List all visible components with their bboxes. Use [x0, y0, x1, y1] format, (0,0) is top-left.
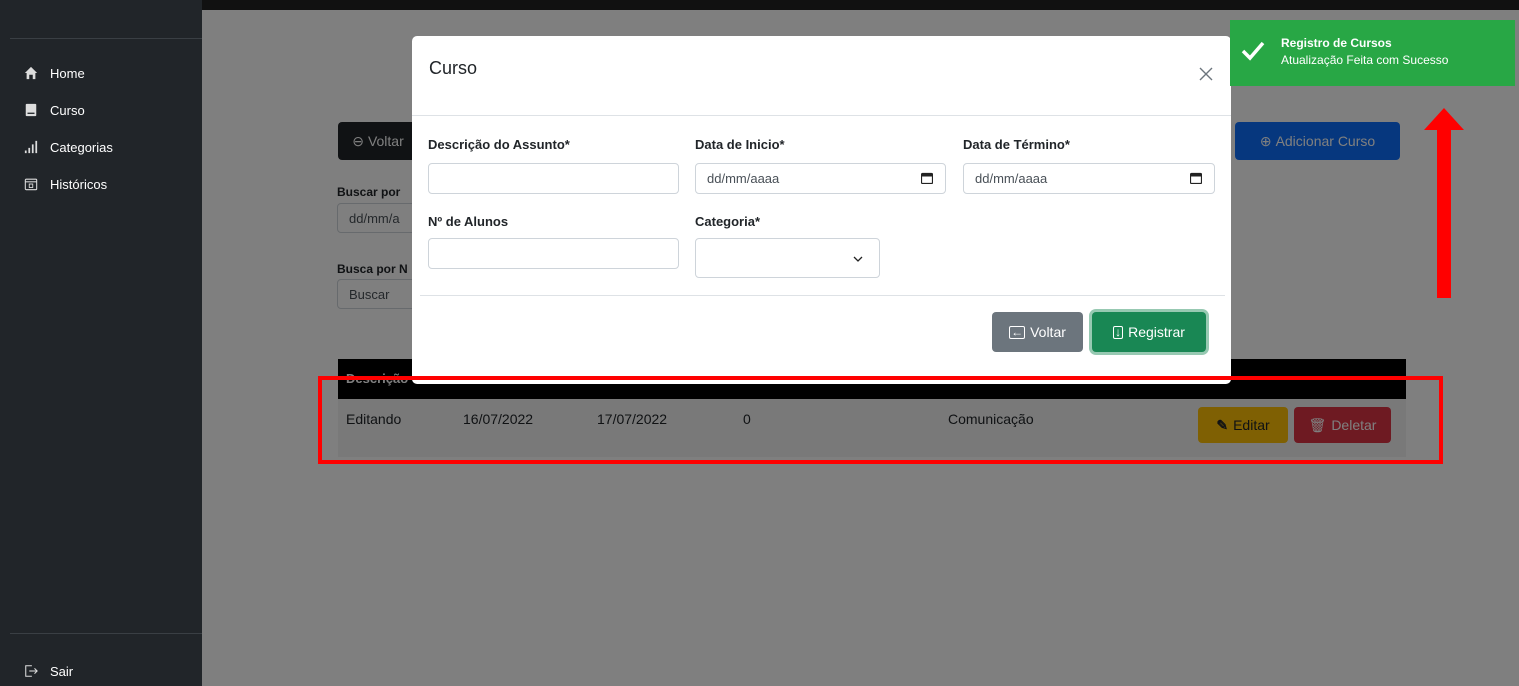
sidebar-item-categorias[interactable]: Categorias: [24, 136, 113, 158]
modal-back-button[interactable]: ← Voltar: [992, 312, 1083, 352]
logout-icon: [24, 664, 38, 678]
bar-chart-icon: [24, 140, 38, 154]
sidebar-item-historicos[interactable]: Históricos: [24, 173, 107, 195]
logout-button[interactable]: Sair: [24, 660, 73, 682]
book-icon: [24, 103, 38, 117]
calendar-icon: [24, 177, 38, 191]
calendar-icon[interactable]: [921, 172, 933, 184]
sidebar-divider-bottom: [10, 633, 202, 634]
sidebar-divider-top: [10, 38, 202, 39]
toast-title: Registro de Cursos: [1281, 36, 1392, 50]
modal-header: Curso: [412, 36, 1231, 116]
download-box-icon: ↓: [1113, 324, 1124, 339]
top-bar: [202, 0, 1519, 10]
sidebar-item-home[interactable]: Home: [24, 62, 85, 84]
arrow-left-box-icon: ←: [1009, 324, 1026, 339]
course-modal: Curso Descrição do Assunto* Data de Inic…: [412, 36, 1231, 384]
modal-footer-divider: [420, 295, 1225, 296]
descricao-input[interactable]: [428, 163, 679, 194]
data-termino-label: Data de Término*: [963, 137, 1070, 152]
close-icon[interactable]: [1198, 66, 1214, 82]
descricao-label: Descrição do Assunto*: [428, 137, 570, 152]
chevron-down-icon: [853, 256, 863, 262]
success-toast[interactable]: Registro de Cursos Atualização Feita com…: [1230, 20, 1515, 86]
sidebar-item-curso[interactable]: Curso: [24, 99, 85, 121]
arrow-up-icon: [1424, 108, 1464, 298]
categoria-select[interactable]: [695, 238, 880, 278]
data-termino-input[interactable]: dd/mm/aaaa: [963, 163, 1215, 194]
toast-message: Atualização Feita com Sucesso: [1281, 53, 1449, 67]
check-icon: [1241, 41, 1265, 61]
register-button[interactable]: ↓ Registrar: [1092, 312, 1206, 352]
data-inicio-input[interactable]: dd/mm/aaaa: [695, 163, 946, 194]
sidebar: Home Curso Categorias Históricos Sair: [0, 0, 202, 686]
highlight-box: [318, 376, 1443, 464]
data-inicio-label: Data de Inicio*: [695, 137, 785, 152]
modal-title: Curso: [429, 58, 478, 78]
alunos-label: Nº de Alunos: [428, 214, 509, 229]
calendar-icon[interactable]: [1190, 172, 1202, 184]
alunos-input[interactable]: [428, 238, 679, 269]
home-icon: [24, 66, 38, 80]
categoria-label: Categoria*: [695, 214, 761, 229]
